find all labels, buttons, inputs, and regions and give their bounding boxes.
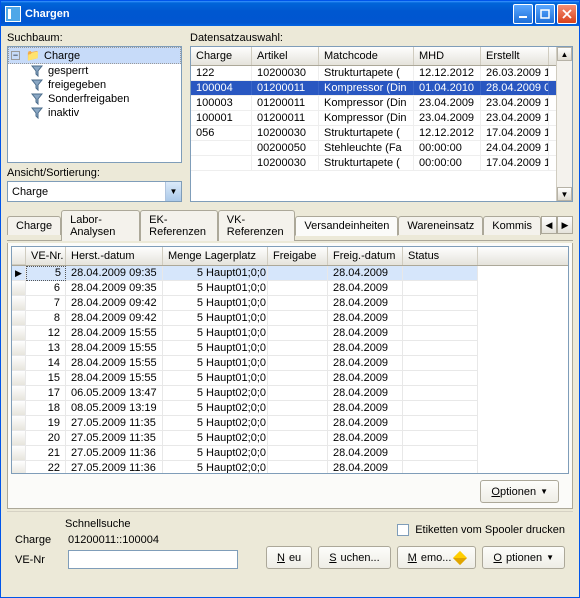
table-row[interactable]: 728.04.2009 09:425 Haupt01;0;0;028.04.20… <box>12 296 568 311</box>
tab-labor-analysen[interactable]: Labor-Analysen <box>61 210 140 241</box>
folder-icon: 📁 <box>26 49 40 62</box>
charge-label: Charge <box>15 534 60 546</box>
table-row[interactable]: 2027.05.2009 11:355 Haupt02;0;0;028.04.2… <box>12 431 568 446</box>
grid1-label: Datensatzauswahl: <box>190 32 573 44</box>
quicksearch-label: Schnellsuche <box>15 518 238 530</box>
scroll-up-icon[interactable]: ▲ <box>557 47 572 61</box>
table-row[interactable]: 2227.05.2009 11:365 Haupt02;0;0;028.04.2… <box>12 461 568 473</box>
venr-label: VE-Nr <box>15 554 60 566</box>
tree[interactable]: − 📁 Charge gesperrtfreigegebenSonderfrei… <box>7 46 182 163</box>
memo-button[interactable]: Memo... <box>397 546 477 569</box>
tab-ek-referenzen[interactable]: EK-Referenzen <box>140 210 218 241</box>
checkbox-icon[interactable] <box>397 524 409 536</box>
search-button[interactable]: Suchen... <box>318 546 390 569</box>
table-row[interactable]: 1808.05.2009 13:195 Haupt02;0;0;028.04.2… <box>12 401 568 416</box>
tab-panel: VE-Nr. Herst.-datum Menge Lagerplatz Fre… <box>7 243 573 509</box>
minimize-button[interactable] <box>513 4 533 24</box>
tab-versandeinheiten[interactable]: Versandeinheiten <box>295 216 398 236</box>
table-row[interactable]: 12210200030Strukturtapete (12.12.201226.… <box>191 66 556 81</box>
spooler-checkbox[interactable]: Etiketten vom Spooler drucken <box>397 524 565 536</box>
app-icon <box>5 6 21 22</box>
tree-item[interactable]: inaktiv <box>8 106 181 120</box>
pencil-icon <box>453 550 467 564</box>
filter-icon <box>30 93 44 105</box>
table-row[interactable]: 1706.05.2009 13:475 Haupt02;0;0;028.04.2… <box>12 386 568 401</box>
tree-item[interactable]: gesperrt <box>8 64 181 78</box>
grid1-scrollbar[interactable]: ▲ ▼ <box>556 47 572 201</box>
charge-value: 01200011::100004 <box>68 534 159 546</box>
tab-wareneinsatz[interactable]: Wareneinsatz <box>398 216 483 235</box>
tab-vk-referenzen[interactable]: VK-Referenzen <box>218 210 296 241</box>
tabs: ChargeLabor-AnalysenEK-ReferenzenVK-Refe… <box>7 210 573 241</box>
table-row[interactable]: 05610200030Strukturtapete (12.12.201217.… <box>191 126 556 141</box>
grid1-header[interactable]: Charge Artikel Matchcode MHD Erstellt <box>191 47 556 66</box>
tree-item[interactable]: Sonderfreigaben <box>8 92 181 106</box>
tab-scroll-right[interactable]: ▶ <box>557 216 573 234</box>
filter-icon <box>30 65 44 77</box>
tab-charge[interactable]: Charge <box>7 216 61 235</box>
table-row[interactable]: 1927.05.2009 11:355 Haupt02;0;0;028.04.2… <box>12 416 568 431</box>
maximize-button[interactable] <box>535 4 555 24</box>
filter-icon <box>30 79 44 91</box>
filter-icon <box>30 107 44 119</box>
table-row[interactable]: 10000401200011Kompressor (Din01.04.20102… <box>191 81 556 96</box>
options-button[interactable]: Optionen ▼ <box>482 546 565 569</box>
table-row[interactable]: 00200050Stehleuchte (Fa00:00:0024.04.200… <box>191 141 556 156</box>
table-row[interactable]: 628.04.2009 09:355 Haupt01;0;0;028.04.20… <box>12 281 568 296</box>
footer: Schnellsuche Charge 01200011::100004 VE-N… <box>7 511 573 573</box>
table-row[interactable]: 2127.05.2009 11:365 Haupt02;0;0;028.04.2… <box>12 446 568 461</box>
table-row[interactable]: 10200030Strukturtapete (00:00:0017.04.20… <box>191 156 556 171</box>
venr-input[interactable] <box>68 550 238 569</box>
chevron-down-icon[interactable]: ▼ <box>165 182 181 201</box>
sort-combo[interactable]: ▼ <box>7 181 182 202</box>
new-button[interactable]: Neu <box>266 546 312 569</box>
grid2-header[interactable]: VE-Nr. Herst.-datum Menge Lagerplatz Fre… <box>12 247 568 266</box>
table-row[interactable]: 1428.04.2009 15:555 Haupt01;0;0;028.04.2… <box>12 356 568 371</box>
tab-kommis[interactable]: Kommis <box>483 216 541 235</box>
record-grid[interactable]: Charge Artikel Matchcode MHD Erstellt 12… <box>190 46 573 202</box>
table-row[interactable]: 1328.04.2009 15:555 Haupt01;0;0;028.04.2… <box>12 341 568 356</box>
spooler-label: Etiketten vom Spooler drucken <box>415 524 565 536</box>
titlebar[interactable]: Chargen <box>1 1 579 26</box>
detail-grid[interactable]: VE-Nr. Herst.-datum Menge Lagerplatz Fre… <box>11 246 569 474</box>
tree-root[interactable]: − 📁 Charge <box>8 47 181 64</box>
options-button-inner[interactable]: Optionen ▼ <box>480 480 559 503</box>
client-area: Suchbaum: − 📁 Charge gesperrtfreigegeben… <box>1 26 579 597</box>
table-row[interactable]: 10000301200011Kompressor (Din23.04.20092… <box>191 96 556 111</box>
close-button[interactable] <box>557 4 577 24</box>
table-row[interactable]: 828.04.2009 09:425 Haupt01;0;0;028.04.20… <box>12 311 568 326</box>
table-row[interactable]: 1228.04.2009 15:555 Haupt01;0;0;028.04.2… <box>12 326 568 341</box>
table-row[interactable]: 10000101200011Kompressor (Din23.04.20092… <box>191 111 556 126</box>
window-title: Chargen <box>25 8 70 20</box>
tree-root-label: Charge <box>44 50 80 62</box>
sort-combo-input[interactable] <box>8 184 165 200</box>
tree-label: Suchbaum: <box>7 32 182 44</box>
combo-label: Ansicht/Sortierung: <box>7 167 182 179</box>
tree-item[interactable]: freigegeben <box>8 78 181 92</box>
expander-icon[interactable]: − <box>11 51 20 60</box>
window: Chargen Suchbaum: − 📁 Charge gesperrtfre… <box>0 0 580 598</box>
table-row[interactable]: ▶528.04.2009 09:355 Haupt01;0;0;028.04.2… <box>12 266 568 281</box>
table-row[interactable]: 1528.04.2009 15:555 Haupt01;0;0;028.04.2… <box>12 371 568 386</box>
scroll-down-icon[interactable]: ▼ <box>557 187 572 201</box>
tab-scroll-left[interactable]: ◀ <box>541 216 557 234</box>
